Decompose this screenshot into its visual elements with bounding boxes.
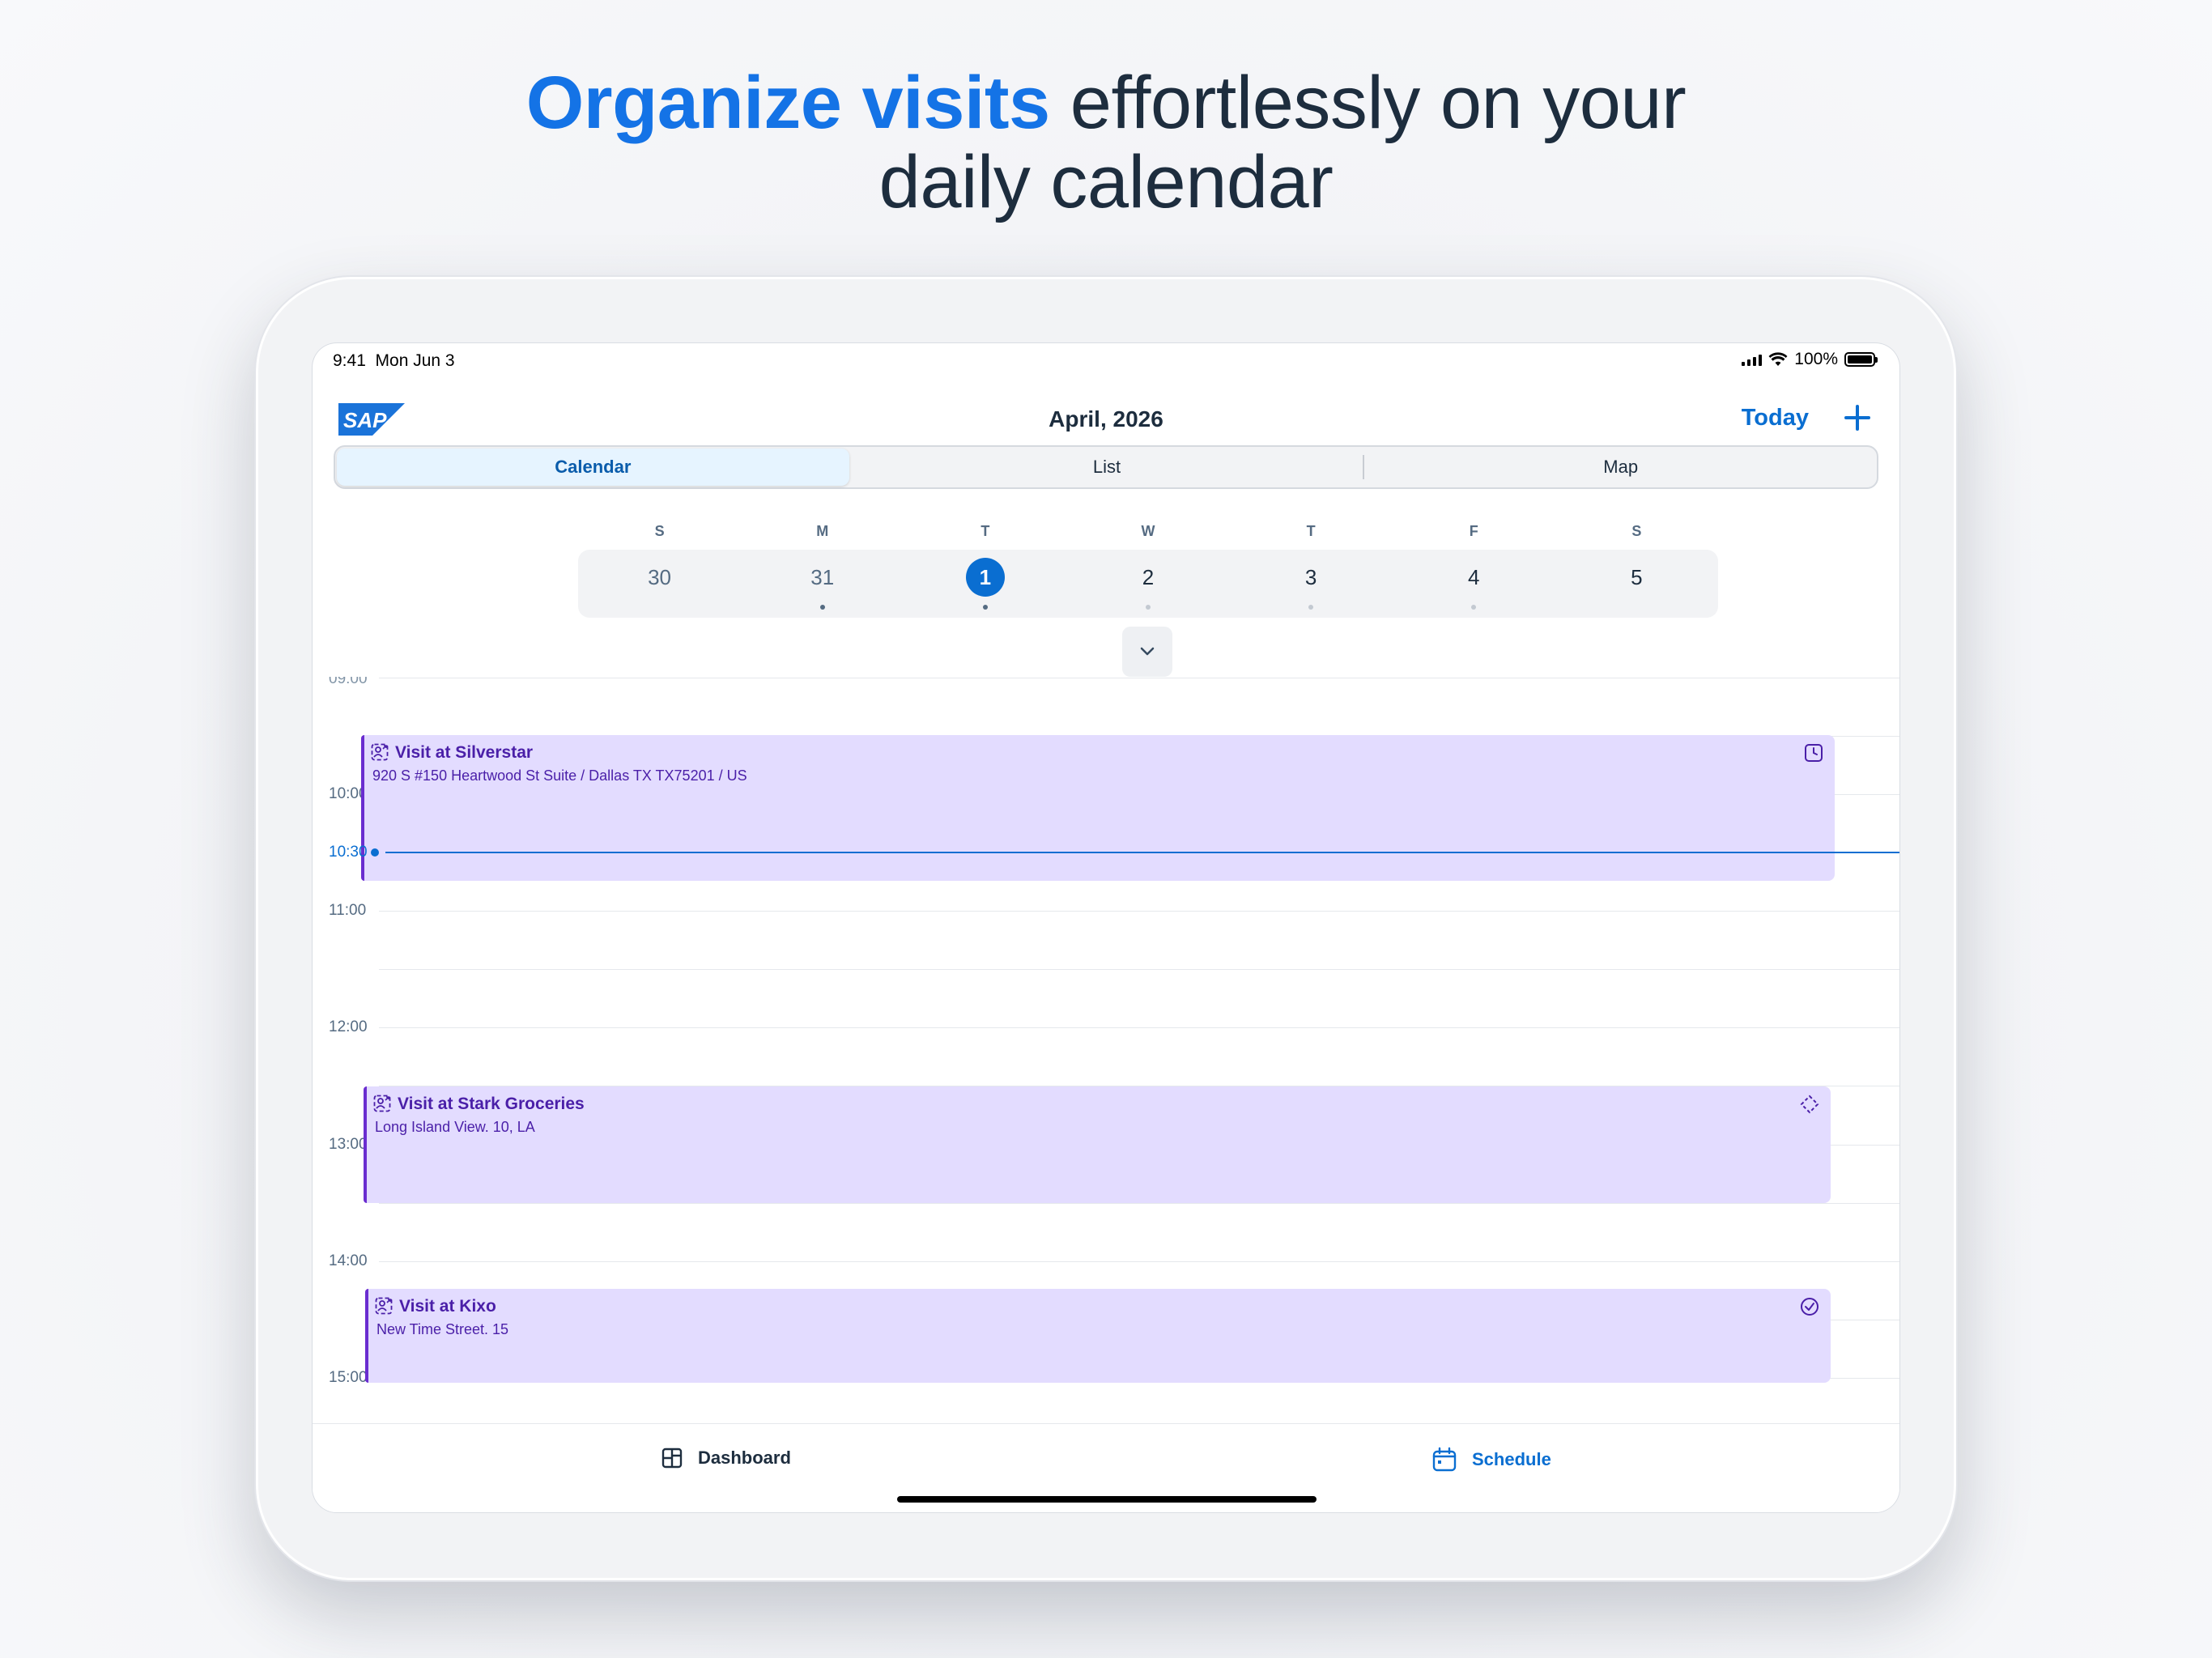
add-visit-button[interactable] xyxy=(1840,400,1875,436)
calendar-icon xyxy=(1432,1447,1457,1472)
date-cell-31[interactable]: 31 xyxy=(741,550,904,618)
segment-calendar[interactable]: Calendar xyxy=(337,449,849,486)
hour-label: 11:00 xyxy=(329,902,367,919)
expand-calendar-button[interactable] xyxy=(1122,627,1172,677)
chevron-down-icon xyxy=(1140,647,1155,656)
selected-date-number: 1 xyxy=(965,558,1005,597)
event-address: Long Island View. 10, LA xyxy=(375,1119,535,1135)
headline-line2: daily calendar xyxy=(878,141,1334,223)
hour-gridline xyxy=(379,1261,1899,1262)
date-cell-3[interactable]: 3 xyxy=(1230,550,1393,618)
date-number: 5 xyxy=(1631,565,1643,589)
week-strip: S M T W T F S 30 31 1 2 3 4 5 xyxy=(578,523,1718,618)
hour-label: 13:00 xyxy=(329,1136,368,1153)
month-title: April, 2026 xyxy=(1049,406,1163,432)
weekday-label: M xyxy=(816,523,829,539)
weekday-label: W xyxy=(1141,523,1155,539)
half-hour-gridline xyxy=(379,1203,1899,1204)
hour-label: 09:00 xyxy=(329,670,368,687)
visit-person-icon xyxy=(373,1095,391,1112)
event-dot-indicator xyxy=(982,605,988,610)
wifi-icon xyxy=(1768,352,1788,366)
headline-accent: Organize visits xyxy=(525,62,1050,144)
app-screen: 9:41 Mon Jun 3 100% SAP April, 2026 Toda… xyxy=(313,343,1899,1512)
hour-label: 15:00 xyxy=(329,1369,368,1386)
hour-label: 14:00 xyxy=(329,1252,368,1269)
diamond-dots-icon xyxy=(1800,1095,1819,1114)
weekday-label: T xyxy=(1306,523,1316,539)
tab-label: Dashboard xyxy=(698,1448,791,1468)
segment-map[interactable]: Map xyxy=(1364,449,1877,486)
event-card-stark-groceries[interactable]: Visit at Stark Groceries Long Island Vie… xyxy=(364,1086,1831,1203)
event-title: Visit at Kixo xyxy=(399,1297,496,1316)
tab-dashboard[interactable]: Dashboard xyxy=(661,1447,791,1469)
visit-person-icon xyxy=(371,743,389,761)
home-indicator xyxy=(897,1496,1317,1503)
weekday-label: S xyxy=(1631,523,1642,539)
half-hour-gridline xyxy=(379,969,1899,970)
date-number: 30 xyxy=(648,565,672,589)
hour-label: 12:00 xyxy=(329,1018,368,1035)
status-indicators: 100% xyxy=(1742,350,1878,369)
status-bar: 9:41 Mon Jun 3 100% xyxy=(313,343,1899,379)
event-dot-indicator xyxy=(1308,605,1314,610)
today-button[interactable]: Today xyxy=(1742,405,1809,432)
date-number: 4 xyxy=(1468,565,1480,589)
headline-line1: effortlessly on your xyxy=(1070,62,1687,144)
check-circle-icon xyxy=(1801,1298,1819,1316)
date-number: 31 xyxy=(810,565,835,589)
event-dot-indicator xyxy=(1145,605,1151,610)
battery-percent: 100% xyxy=(1794,350,1838,368)
weekday-label: T xyxy=(981,523,990,539)
date-cell-1[interactable]: 1 xyxy=(904,550,1066,618)
hour-gridline xyxy=(379,1027,1899,1028)
date-cell-2[interactable]: 2 xyxy=(1066,550,1229,618)
view-switcher: Calendar List Map xyxy=(334,445,1878,489)
event-title: Visit at Silverstar xyxy=(395,743,534,762)
date-number: 2 xyxy=(1142,565,1155,589)
cellular-signal-icon xyxy=(1742,353,1763,366)
event-address: New Time Street. 15 xyxy=(376,1321,509,1337)
event-title: Visit at Stark Groceries xyxy=(398,1095,585,1113)
week-dates: 30 31 1 2 3 4 5 xyxy=(578,550,1718,618)
weekday-headers: S M T W T F S xyxy=(578,523,1718,540)
event-address: 920 S #150 Heartwood St Suite / Dallas T… xyxy=(372,767,747,784)
hour-gridline xyxy=(379,911,1899,912)
date-cell-4[interactable]: 4 xyxy=(1393,550,1555,618)
tab-schedule[interactable]: Schedule xyxy=(1431,1447,1551,1473)
event-dot-indicator xyxy=(819,605,825,610)
status-time: 9:41 Mon Jun 3 xyxy=(333,351,455,370)
current-time-dot xyxy=(371,848,379,857)
event-card-kixo[interactable]: Visit at Kixo New Time Street. 15 xyxy=(365,1289,1831,1383)
battery-icon xyxy=(1844,352,1878,367)
current-time-line xyxy=(385,852,1899,853)
tab-label: Schedule xyxy=(1472,1449,1551,1469)
current-time-label: 10:30 xyxy=(329,844,368,861)
weekday-label: S xyxy=(654,523,665,539)
event-card-silverstar[interactable]: Visit at Silverstar 920 S #150 Heartwood… xyxy=(361,735,1835,881)
bottom-tab-bar: Dashboard Schedule xyxy=(313,1423,1899,1512)
weekday-label: F xyxy=(1469,523,1478,539)
dashboard-grid-icon xyxy=(661,1448,683,1469)
date-cell-30[interactable]: 30 xyxy=(578,550,741,618)
date-number: 3 xyxy=(1304,565,1317,589)
date-cell-5[interactable]: 5 xyxy=(1555,550,1718,618)
visit-person-icon xyxy=(375,1297,393,1315)
event-dot-indicator xyxy=(1471,605,1477,610)
segment-list[interactable]: List xyxy=(851,449,1363,486)
clock-icon xyxy=(1805,744,1823,762)
headline: Organize visits effortlessly on your dai… xyxy=(0,63,2212,222)
